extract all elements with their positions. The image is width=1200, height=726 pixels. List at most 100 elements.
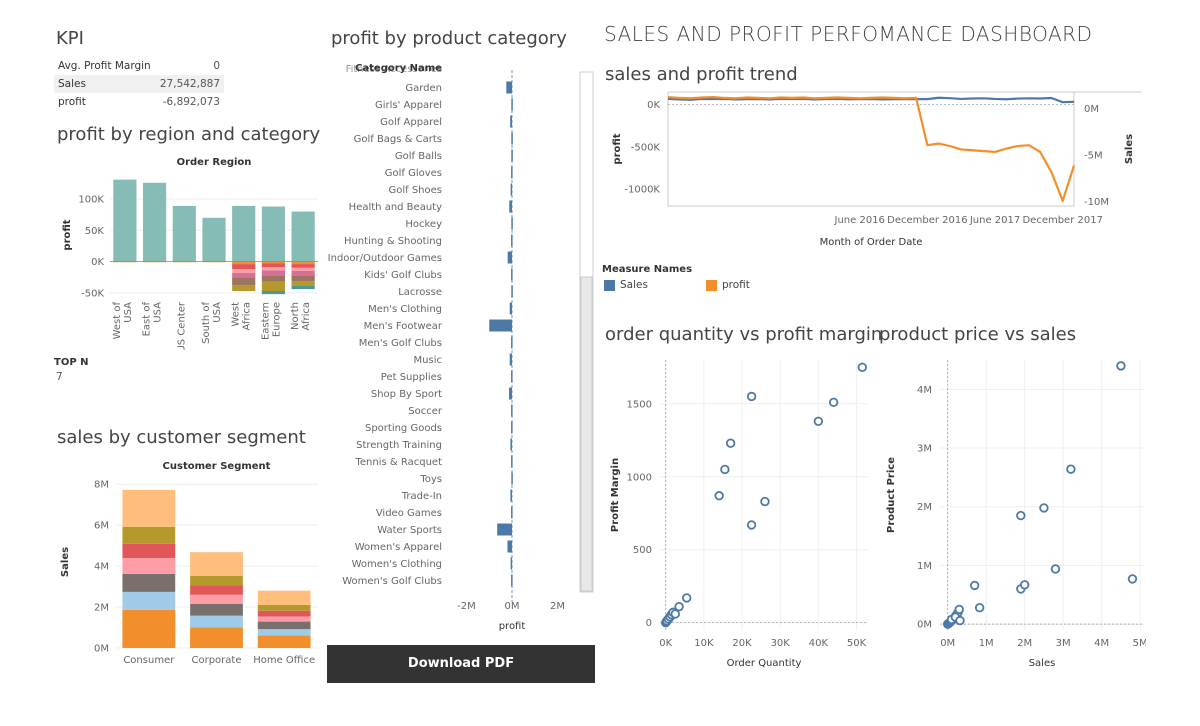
- y-axis-label: Product Price: [886, 457, 897, 533]
- category-label: Water Sports: [377, 525, 442, 536]
- bar: [497, 523, 512, 536]
- x-tick-label-line: USA: [123, 302, 134, 323]
- bar-segment: [190, 627, 243, 648]
- y-tick-label: 500: [633, 545, 652, 556]
- x-tick-label: 3M: [1056, 638, 1071, 649]
- x-tick-label: June 2017: [969, 215, 1020, 226]
- x-tick-label: 30K: [771, 638, 791, 649]
- bar: [509, 200, 512, 213]
- dashboard-title: SALES AND PROFIT PERFOMANCE DASHBOARD: [604, 22, 1093, 46]
- x-tick-label: -2M: [457, 601, 476, 612]
- x-axis-label: Sales: [1029, 658, 1056, 669]
- bar-segment: [261, 267, 286, 271]
- bar-segment: [291, 267, 315, 271]
- bar-segment: [261, 275, 286, 282]
- x-axis-label: profit: [499, 621, 526, 632]
- legend-item-profit[interactable]: profit: [706, 279, 750, 291]
- category-label: Golf Shoes: [388, 185, 442, 196]
- bar: [506, 81, 512, 94]
- scatter-point: [813, 416, 824, 426]
- bar-segment: [232, 269, 256, 273]
- bar: [509, 387, 512, 400]
- bar-segment: [261, 270, 286, 276]
- kpi-table: Avg. Profit Margin 0 Sales 27,542,887 pr…: [54, 57, 224, 111]
- category-label: Video Games: [376, 508, 442, 519]
- kpi-row: Avg. Profit Margin 0: [54, 57, 224, 75]
- y-tick-label: 3M: [917, 444, 932, 455]
- plot-frame: [667, 91, 1075, 207]
- legend-label: profit: [722, 279, 750, 291]
- x-tick-label: 0M: [940, 638, 955, 649]
- x-tick-label-line: East of: [142, 302, 153, 337]
- x-tick-label: 10K: [694, 638, 714, 649]
- y-axis-header: Category Name: [355, 63, 442, 74]
- x-tick-label: Home Office: [253, 655, 315, 666]
- bar-segment: [122, 573, 176, 592]
- x-tick-label: 1M: [979, 638, 994, 649]
- legend-swatch: [604, 279, 615, 291]
- y2-tick-label: -10M: [1084, 197, 1109, 208]
- scatter-point: [720, 464, 730, 475]
- x-tick-label: WestAfrica: [231, 302, 253, 331]
- kpi-value: 0: [213, 60, 220, 72]
- trend-chart: 0K-500K-1000K0M-5M-10MJune 2016 December …: [612, 91, 1142, 248]
- x-tick-label: NorthAfrica: [290, 302, 312, 331]
- y-tick-label: 4M: [94, 562, 109, 573]
- scatter-point: [1066, 464, 1076, 474]
- x-tick-label: December 2017: [1022, 215, 1102, 226]
- kpi-value: 27,542,887: [155, 75, 224, 93]
- x-tick-label-line: West: [231, 302, 242, 327]
- category-chart-title: profit by product category: [331, 28, 567, 49]
- region-chart-title: profit by region and category: [57, 124, 321, 145]
- bar-segment: [190, 615, 243, 628]
- x-tick-label: June 2016: [834, 215, 885, 226]
- bar: [489, 319, 512, 332]
- y2-tick-label: 0M: [1084, 104, 1099, 115]
- bar-segment: [190, 552, 243, 576]
- scatter-point: [954, 604, 964, 615]
- download-pdf-button[interactable]: Download PDF: [327, 645, 595, 683]
- trend-chart-title: sales and profit trend: [605, 64, 798, 85]
- scatter-point: [1019, 580, 1030, 590]
- category-label: Pet Supplies: [381, 372, 442, 383]
- scatter-point: [1127, 574, 1138, 584]
- kpi-label: Avg. Profit Margin: [58, 60, 151, 72]
- y-tick-label: 8M: [94, 480, 109, 491]
- category-label: Women's Apparel: [355, 542, 442, 553]
- bar-segment: [190, 585, 243, 595]
- bar-segment: [232, 277, 256, 286]
- scrollbar-thumb[interactable]: [580, 276, 593, 592]
- kpi-label: profit: [58, 96, 86, 108]
- scatter-point: [746, 391, 757, 402]
- category-label: Hunting & Shooting: [344, 236, 442, 247]
- x-tick-label: EasternEurope: [260, 302, 282, 340]
- x-tick-label: US Center: [176, 301, 187, 350]
- legend-swatch: [706, 279, 717, 291]
- y-axis-label: Sales: [60, 547, 71, 577]
- y-tick-label: 0: [646, 618, 652, 629]
- bar-segment: [291, 270, 315, 276]
- y2-axis-label: Sales: [1124, 134, 1135, 164]
- y-tick-label: 1000: [627, 472, 652, 483]
- top-n-value[interactable]: 7: [56, 371, 63, 383]
- category-label: Kids' Golf Clubs: [364, 270, 442, 281]
- y-tick-label: -1000K: [624, 185, 660, 196]
- bar-positive: [232, 205, 256, 262]
- kpi-title: KPI: [56, 28, 84, 49]
- y-tick-label: 6M: [94, 521, 109, 532]
- top-n-label: TOP N: [54, 357, 89, 368]
- scatter-point: [760, 496, 770, 507]
- x-tick-label: South ofUSA: [201, 302, 223, 344]
- x-axis-label: Month of Order Date: [820, 237, 923, 248]
- scatter-point: [1016, 510, 1026, 521]
- x-tick-label: December 2016: [887, 215, 967, 226]
- price-sales-chart-title: product price vs sales: [879, 324, 1077, 345]
- bar-segment: [257, 605, 311, 611]
- y-tick-label: 0K: [647, 100, 660, 111]
- x-tick-label: East ofUSA: [142, 302, 164, 337]
- y2-tick-label: -5M: [1084, 151, 1103, 162]
- y-tick-label: -500K: [631, 142, 661, 153]
- category-label: Lacrosse: [398, 287, 442, 298]
- x-tick-label: 20K: [732, 638, 752, 649]
- legend-item-sales[interactable]: Sales: [604, 279, 648, 291]
